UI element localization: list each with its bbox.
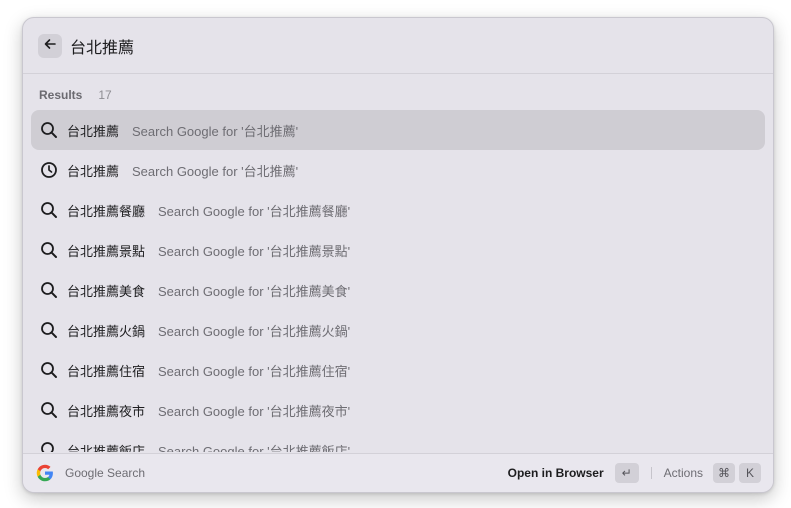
back-button[interactable] — [38, 34, 62, 58]
search-icon — [39, 440, 59, 452]
actions-button[interactable]: Actions — [664, 466, 703, 480]
list-item[interactable]: 台北推薦 Search Google for '台北推薦' — [31, 150, 765, 190]
list-item-title: 台北推薦 — [67, 123, 120, 139]
list-item-subtitle: Search Google for '台北推薦夜市' — [158, 403, 351, 419]
action-bar: Google Search Open in Browser ↵ Actions … — [23, 453, 773, 492]
arrow-left-icon — [43, 37, 57, 56]
search-header — [23, 18, 773, 74]
search-icon — [39, 280, 59, 300]
list-item-subtitle: Search Google for '台北推薦餐廳' — [158, 203, 351, 219]
search-icon — [39, 240, 59, 260]
list-item-title: 台北推薦飯店 — [67, 443, 146, 453]
cmd-key-hint: ⌘ — [713, 463, 735, 483]
search-icon — [39, 120, 59, 140]
results-list: 台北推薦 Search Google for '台北推薦' 台北推薦 Searc… — [31, 110, 765, 452]
list-item-title: 台北推薦火鍋 — [67, 323, 146, 339]
list-item-title: 台北推薦 — [67, 163, 120, 179]
list-item-subtitle: Search Google for '台北推薦住宿' — [158, 363, 351, 379]
enter-key-hint: ↵ — [614, 463, 639, 483]
k-key-hint: K — [739, 463, 761, 483]
list-item-subtitle: Search Google for '台北推薦' — [132, 163, 299, 179]
search-icon — [39, 360, 59, 380]
result-count: 17 — [98, 88, 112, 102]
list-item-title: 台北推薦夜市 — [67, 403, 146, 419]
list-item-title: 台北推薦景點 — [67, 243, 146, 259]
list-item-subtitle: Search Google for '台北推薦景點' — [158, 243, 351, 259]
list-item-subtitle: Search Google for '台北推薦火鍋' — [158, 323, 351, 339]
list-item-title: 台北推薦住宿 — [67, 363, 146, 379]
list-item[interactable]: 台北推薦住宿 Search Google for '台北推薦住宿' — [31, 350, 765, 390]
footer-divider — [650, 467, 652, 479]
extension-name: Google Search — [65, 466, 146, 480]
section-title: Results — [39, 88, 83, 102]
search-icon — [39, 200, 59, 220]
list-item[interactable]: 台北推薦夜市 Search Google for '台北推薦夜市' — [31, 390, 765, 430]
list-item[interactable]: 台北推薦飯店 Search Google for '台北推薦飯店' — [31, 430, 765, 452]
list-item-subtitle: Search Google for '台北推薦' — [132, 123, 299, 139]
list-item-subtitle: Search Google for '台北推薦美食' — [158, 283, 351, 299]
list-item[interactable]: 台北推薦火鍋 Search Google for '台北推薦火鍋' — [31, 310, 765, 350]
list-item-subtitle: Search Google for '台北推薦飯店' — [158, 443, 351, 453]
google-logo-icon — [36, 464, 54, 482]
list-item[interactable]: 台北推薦餐廳 Search Google for '台北推薦餐廳' — [31, 190, 765, 230]
clock-icon — [39, 160, 59, 180]
search-icon — [39, 400, 59, 420]
search-input[interactable] — [70, 32, 670, 60]
list-item-title: 台北推薦美食 — [67, 283, 146, 299]
launcher-window: Results 17 台北推薦 Search Google for '台北推薦'… — [22, 17, 774, 493]
results-section-header: Results 17 — [39, 88, 112, 102]
footer-actions: Open in Browser ↵ Actions ⌘ K — [508, 462, 761, 484]
list-item[interactable]: 台北推薦 Search Google for '台北推薦' — [31, 110, 765, 150]
open-in-browser-button[interactable]: Open in Browser — [508, 466, 604, 480]
search-icon — [39, 320, 59, 340]
list-item[interactable]: 台北推薦美食 Search Google for '台北推薦美食' — [31, 270, 765, 310]
list-item-title: 台北推薦餐廳 — [67, 203, 146, 219]
list-item[interactable]: 台北推薦景點 Search Google for '台北推薦景點' — [31, 230, 765, 270]
